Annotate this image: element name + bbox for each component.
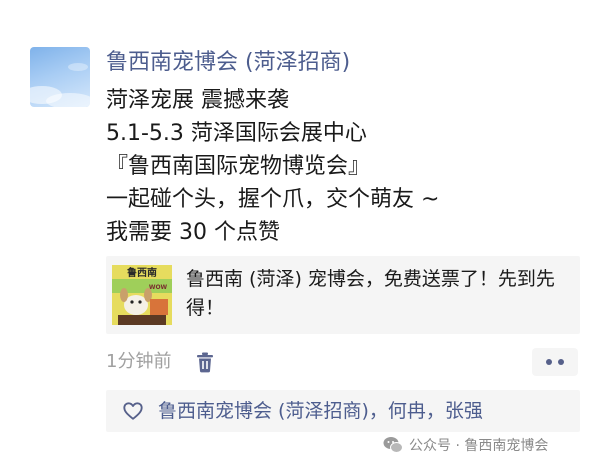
author-name[interactable]: 鲁西南宠博会 (菏泽招商): [106, 48, 350, 78]
liker-names[interactable]: 鲁西南宠博会 (菏泽招商)，何冉，张强: [158, 396, 483, 426]
post-text: 菏泽宠展 震撼来袭 5.1-5.3 菏泽国际会展中心 『鲁西南国际宠物博览会』 …: [106, 84, 576, 249]
shared-article-card[interactable]: 鲁西南 WOW 鲁西南 (菏泽) 宠博会，免费送票了！先到先得！: [106, 256, 580, 334]
article-thumbnail: 鲁西南 WOW: [112, 265, 172, 325]
poster-image: 鲁西南 WOW: [112, 265, 172, 325]
heart-outline-icon: [123, 402, 143, 420]
author-avatar[interactable]: [30, 47, 90, 107]
wechat-icon: [383, 437, 403, 453]
post-line: 菏泽宠展 震撼来袭: [106, 88, 289, 113]
watermark-text: 公众号 · 鲁西南宠博会: [409, 438, 549, 454]
more-dots-icon: [558, 359, 564, 365]
more-dots-icon: [546, 359, 552, 365]
poster-badge: WOW: [149, 284, 168, 291]
likes-bar: 鲁西南宠博会 (菏泽招商)，何冉，张强: [106, 390, 580, 432]
poster-title: 鲁西南: [126, 266, 157, 279]
post-line: 我需要 30 个点赞: [106, 220, 280, 245]
post-line: 『鲁西南国际宠物博览会』: [106, 154, 371, 179]
more-actions-button[interactable]: [532, 348, 578, 376]
post-time: 1分钟前: [106, 351, 172, 372]
post-line: 一起碰个头，握个爪，交个萌友 ~: [106, 187, 440, 212]
post-line: 5.1-5.3 菏泽国际会展中心: [106, 121, 367, 146]
sky-image: [30, 63, 90, 107]
article-title: 鲁西南 (菏泽) 宠博会，免费送票了！先到先得！: [186, 268, 555, 319]
account-watermark: 公众号 · 鲁西南宠博会: [383, 433, 548, 457]
trash-icon[interactable]: [193, 350, 217, 374]
